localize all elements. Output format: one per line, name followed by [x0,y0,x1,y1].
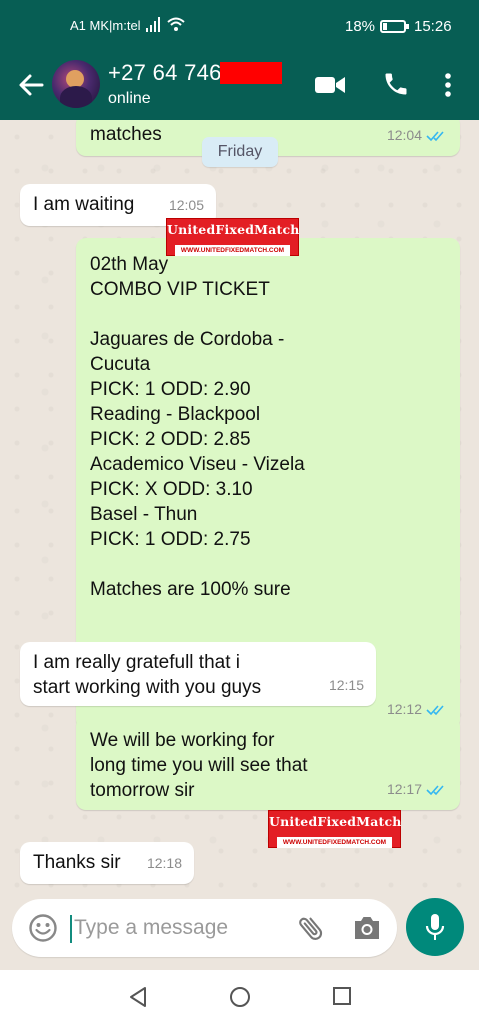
message-text: We will be working for long time you wil… [90,730,308,801]
message-meta: 12:05 [169,193,204,218]
watermark-logo: UnitedFixedMatch WWW.UNITEDFIXEDMATCH.CO… [166,218,299,256]
watermark-url: WWW.UNITEDFIXEDMATCH.COM [276,837,393,848]
message-bubble-incoming[interactable]: I am really gratefull that i start worki… [20,642,376,706]
message-text: 02th May COMBO VIP TICKET Jaguares de Co… [90,254,305,600]
nav-home-icon[interactable] [229,986,251,1008]
signal-icon [146,17,185,32]
clock: 15:26 [414,18,452,35]
carrier-label: A1 MK|m:tel [70,18,141,33]
message-text: I am waiting [33,194,135,215]
message-time: 12:04 [386,127,422,143]
chat-header: +27 64 746 online [0,52,479,120]
read-ticks-icon [426,784,444,795]
nav-recents-icon[interactable] [332,986,352,1006]
message-text: matches [90,124,162,145]
read-ticks-icon [426,130,444,141]
read-ticks-icon [426,704,444,715]
message-time: 12:05 [168,197,204,213]
phone-call-icon[interactable] [382,70,410,98]
redaction-box [220,62,282,84]
mic-icon [425,914,445,940]
contact-status: online [108,90,151,107]
message-placeholder: Type a message [74,916,229,939]
battery-icon [380,20,409,33]
mic-button[interactable] [406,898,464,956]
more-options-icon[interactable] [444,72,452,98]
battery-percentage: 18% [345,18,376,35]
message-meta: 12:17 [387,777,448,802]
contact-avatar[interactable] [52,60,100,108]
watermark-logo: UnitedFixedMatch WWW.UNITEDFIXEDMATCH.CO… [268,810,401,848]
message-bubble-incoming[interactable]: Thanks sir 12:18 [20,842,194,884]
nav-back-icon[interactable] [128,986,148,1008]
composer-bar: Type a message [0,890,479,970]
message-time: 12:17 [386,781,422,797]
message-input[interactable]: Type a message [12,899,397,957]
message-text: Thanks sir [33,852,121,873]
back-arrow-icon[interactable] [16,70,46,100]
message-meta: 12:15 [329,673,364,698]
message-meta: 12:04 [387,123,448,148]
message-time: 12:15 [328,677,364,693]
message-text: I am really gratefull that i start worki… [33,652,262,698]
contact-name[interactable]: +27 64 746 [108,60,222,86]
status-bar: A1 MK|m:tel 18% 15:26 [0,0,479,52]
date-chip: Friday [202,137,278,167]
chat-area[interactable]: matches 12:04 Friday I am waiting 12:05 … [0,120,479,890]
watermark-url: WWW.UNITEDFIXEDMATCH.COM [174,245,291,256]
message-meta: 12:18 [147,851,182,876]
watermark-title: UnitedFixedMatch [167,222,300,237]
message-time: 12:18 [146,855,182,871]
system-nav-bar [0,970,479,1024]
watermark-title: UnitedFixedMatch [269,814,402,829]
video-call-icon[interactable] [314,74,346,96]
emoji-icon[interactable] [28,913,58,943]
message-bubble-outgoing[interactable]: We will be working for long time you wil… [76,716,460,810]
camera-icon[interactable] [352,914,382,942]
attach-icon[interactable] [296,913,326,943]
text-cursor [70,915,72,943]
battery-fill [383,23,387,30]
